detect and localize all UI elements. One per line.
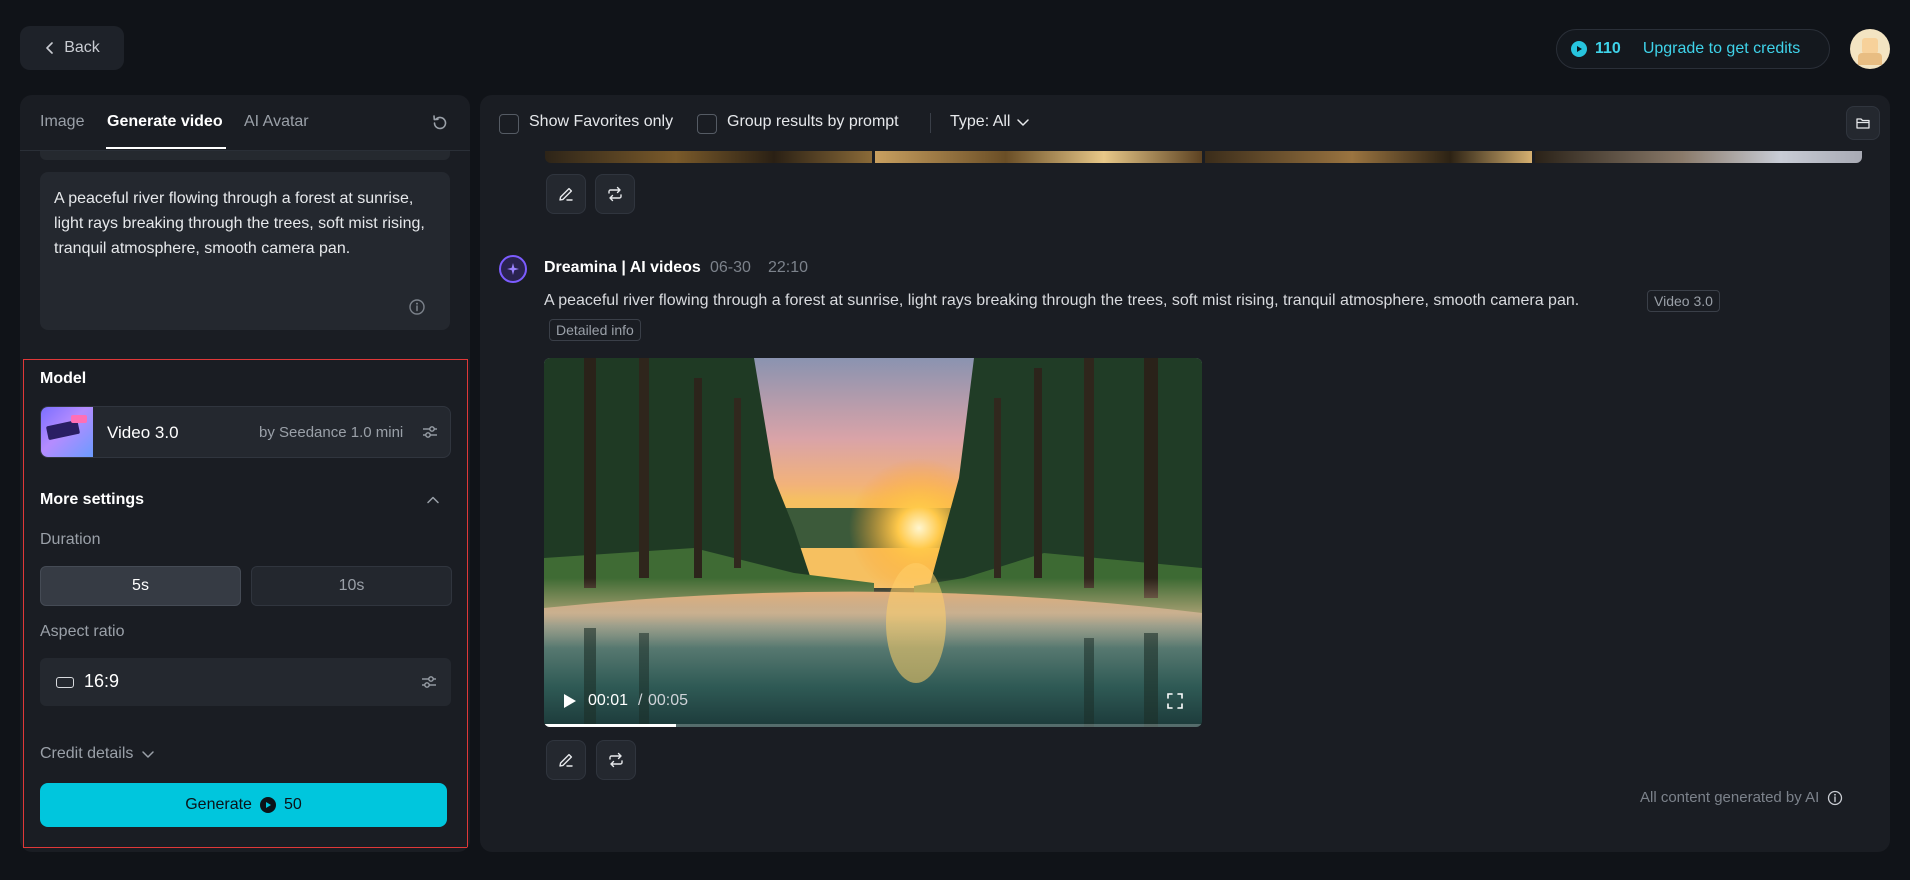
favorites-checkbox[interactable] (499, 114, 519, 134)
aspect-ratio-selector[interactable]: 16:9 (40, 658, 451, 706)
sender-name: Dreamina | AI videos (544, 259, 701, 276)
ai-disclaimer: All content generated by AI (1640, 789, 1843, 806)
sparkle-icon (499, 255, 527, 283)
duration-10s-label: 10s (338, 577, 365, 594)
duration-label: Duration (40, 531, 101, 548)
video-current-time: 00:01 (588, 692, 629, 709)
aspect-ratio-value: 16:9 (84, 671, 120, 691)
regenerate-button[interactable] (596, 740, 636, 780)
info-icon[interactable] (408, 298, 426, 316)
model-selector[interactable]: Video 3.0 by Seedance 1.0 mini (40, 406, 451, 458)
group-checkbox[interactable] (697, 114, 717, 134)
model-name: Video 3.0 (107, 423, 179, 442)
tab-generate-video[interactable]: Generate video (107, 113, 223, 131)
generate-cost: 50 (283, 796, 302, 813)
detailed-info-tag[interactable]: Detailed info (549, 319, 641, 341)
regenerate-button[interactable] (595, 174, 635, 214)
tab-bar: Image Generate video AI Avatar (20, 95, 470, 151)
model-provider: by Seedance 1.0 mini (259, 424, 404, 441)
video-frame (544, 358, 1202, 727)
type-filter-label: Type: All (950, 113, 1011, 130)
duration-10s-button[interactable]: 10s (251, 566, 452, 606)
edit-icon (559, 187, 573, 201)
fullscreen-icon[interactable] (1166, 692, 1184, 710)
filter-divider (930, 113, 931, 133)
message-time: 22:10 (768, 259, 809, 276)
edit-button[interactable] (546, 174, 586, 214)
generate-button[interactable]: Generate 50 (40, 783, 447, 827)
chevron-down-icon (1017, 119, 1030, 126)
chevron-down-icon (142, 751, 155, 758)
back-label: Back (64, 39, 100, 56)
credit-details-toggle[interactable]: Credit details (40, 745, 155, 763)
tab-image[interactable]: Image (40, 113, 84, 131)
message-date: 06-30 (710, 259, 751, 276)
video-controls: 00:01 / 00:05 (544, 677, 1202, 727)
results-panel: Show Favorites only Group results by pro… (480, 95, 1890, 852)
type-filter-dropdown[interactable]: Type: All (950, 113, 1030, 131)
favorites-label[interactable]: Show Favorites only (529, 113, 673, 131)
folder-button[interactable] (1846, 106, 1880, 140)
duration-5s-button[interactable]: 5s (40, 566, 241, 606)
model-tag: Video 3.0 (1647, 290, 1720, 312)
model-thumbnail (41, 407, 93, 457)
folder-icon (1856, 118, 1870, 129)
repeat-icon (609, 752, 623, 768)
credit-coin-icon (1571, 41, 1587, 57)
more-settings-title[interactable]: More settings (40, 491, 144, 509)
settings-sliders-icon[interactable] (421, 423, 439, 441)
generate-label: Generate (185, 796, 252, 813)
edit-icon (559, 753, 573, 767)
back-button[interactable]: Back (20, 26, 124, 70)
credit-count: 110 (1595, 40, 1621, 57)
video-progress-fill (544, 724, 676, 727)
aspect-ratio-label: Aspect ratio (40, 623, 125, 640)
edit-button[interactable] (546, 740, 586, 780)
credit-details-label: Credit details (40, 745, 134, 762)
filter-bar: Show Favorites only Group results by pro… (480, 95, 1890, 151)
duration-5s-label: 5s (132, 577, 149, 594)
chevron-up-icon[interactable] (426, 493, 440, 507)
message-prompt: A peaceful river flowing through a fores… (544, 292, 1580, 309)
active-tab-indicator (106, 147, 226, 149)
video-time-separator: / (638, 692, 643, 709)
prompt-scroll-edge (40, 151, 450, 160)
previous-result-thumbnails[interactable] (545, 151, 1862, 163)
settings-sliders-icon[interactable] (420, 673, 438, 691)
credits-pill[interactable]: 110 Upgrade to get credits (1556, 29, 1830, 69)
info-icon[interactable] (1827, 790, 1843, 806)
group-label[interactable]: Group results by prompt (727, 113, 899, 131)
reset-icon[interactable] (430, 113, 450, 133)
upgrade-link[interactable]: Upgrade to get credits (1643, 40, 1800, 58)
left-panel: Image Generate video AI Avatar A peacefu… (20, 95, 470, 852)
prompt-text: A peaceful river flowing through a fores… (54, 190, 425, 257)
model-section-title: Model (40, 370, 87, 387)
video-player[interactable]: 00:01 / 00:05 (544, 358, 1202, 727)
tab-ai-avatar[interactable]: AI Avatar (244, 113, 309, 131)
video-progress-bar[interactable] (544, 724, 1202, 727)
repeat-icon (608, 186, 622, 202)
video-total-time: 00:05 (648, 692, 689, 709)
ai-disclaimer-text: All content generated by AI (1640, 789, 1820, 806)
play-icon[interactable] (559, 691, 579, 711)
chevron-left-icon (46, 42, 54, 54)
prompt-textarea[interactable]: A peaceful river flowing through a fores… (40, 172, 450, 330)
aspect-ratio-icon (56, 677, 74, 688)
avatar[interactable] (1850, 29, 1890, 69)
credit-coin-icon (259, 797, 276, 813)
